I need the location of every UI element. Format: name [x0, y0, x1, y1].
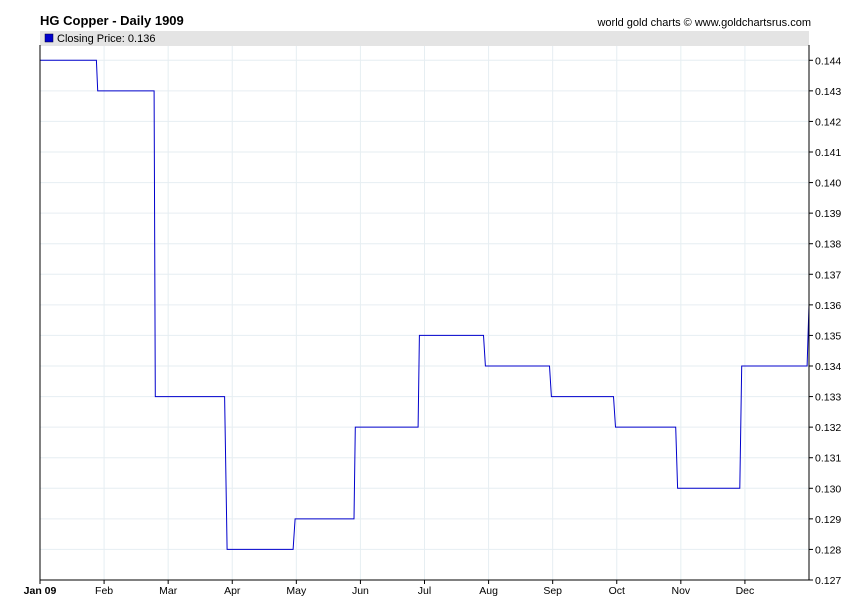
legend-swatch — [44, 33, 54, 43]
y-tick-label: 0.136 — [815, 300, 841, 312]
y-tick-label: 0.144 — [815, 55, 841, 67]
y-tick-label: 0.141 — [815, 147, 841, 159]
y-tick-label: 0.134 — [815, 361, 841, 373]
legend-label: Closing Price: 0.136 — [57, 33, 155, 45]
x-tick-label: Jan 09 — [24, 585, 57, 597]
x-tick-label: Jul — [418, 585, 431, 597]
x-tick-label: Aug — [479, 585, 498, 597]
y-tick-label: 0.139 — [815, 208, 841, 220]
legend: Closing Price: 0.136 — [40, 31, 809, 46]
y-tick-label: 0.142 — [815, 116, 841, 128]
y-tick-label: 0.135 — [815, 330, 841, 342]
y-tick-label: 0.138 — [815, 239, 841, 251]
y-tick-label: 0.132 — [815, 422, 841, 434]
x-tick-label: Jun — [352, 585, 369, 597]
chart-credit: world gold charts © www.goldchartsrus.co… — [596, 17, 811, 29]
y-tick-label: 0.131 — [815, 453, 841, 465]
chart-title: HG Copper - Daily 1909 — [40, 13, 184, 28]
x-tick-label: Feb — [95, 585, 113, 597]
x-tick-label: Sep — [543, 585, 562, 597]
x-tick-label: Apr — [224, 585, 241, 597]
y-tick-label: 0.140 — [815, 178, 841, 190]
chart: HG Copper - Daily 1909 world gold charts… — [24, 13, 842, 597]
x-tick-label: Dec — [736, 585, 755, 597]
y-tick-label: 0.143 — [815, 86, 841, 98]
y-tick-label: 0.127 — [815, 575, 841, 587]
y-tick-label: 0.130 — [815, 483, 841, 495]
y-tick-label: 0.133 — [815, 392, 841, 404]
x-tick-label: Mar — [159, 585, 178, 597]
x-tick-label: Oct — [609, 585, 625, 597]
y-tick-label: 0.137 — [815, 269, 841, 281]
y-tick-label: 0.128 — [815, 544, 841, 556]
x-tick-label: May — [286, 585, 307, 597]
y-tick-label: 0.129 — [815, 514, 841, 526]
x-tick-label: Nov — [671, 585, 690, 597]
